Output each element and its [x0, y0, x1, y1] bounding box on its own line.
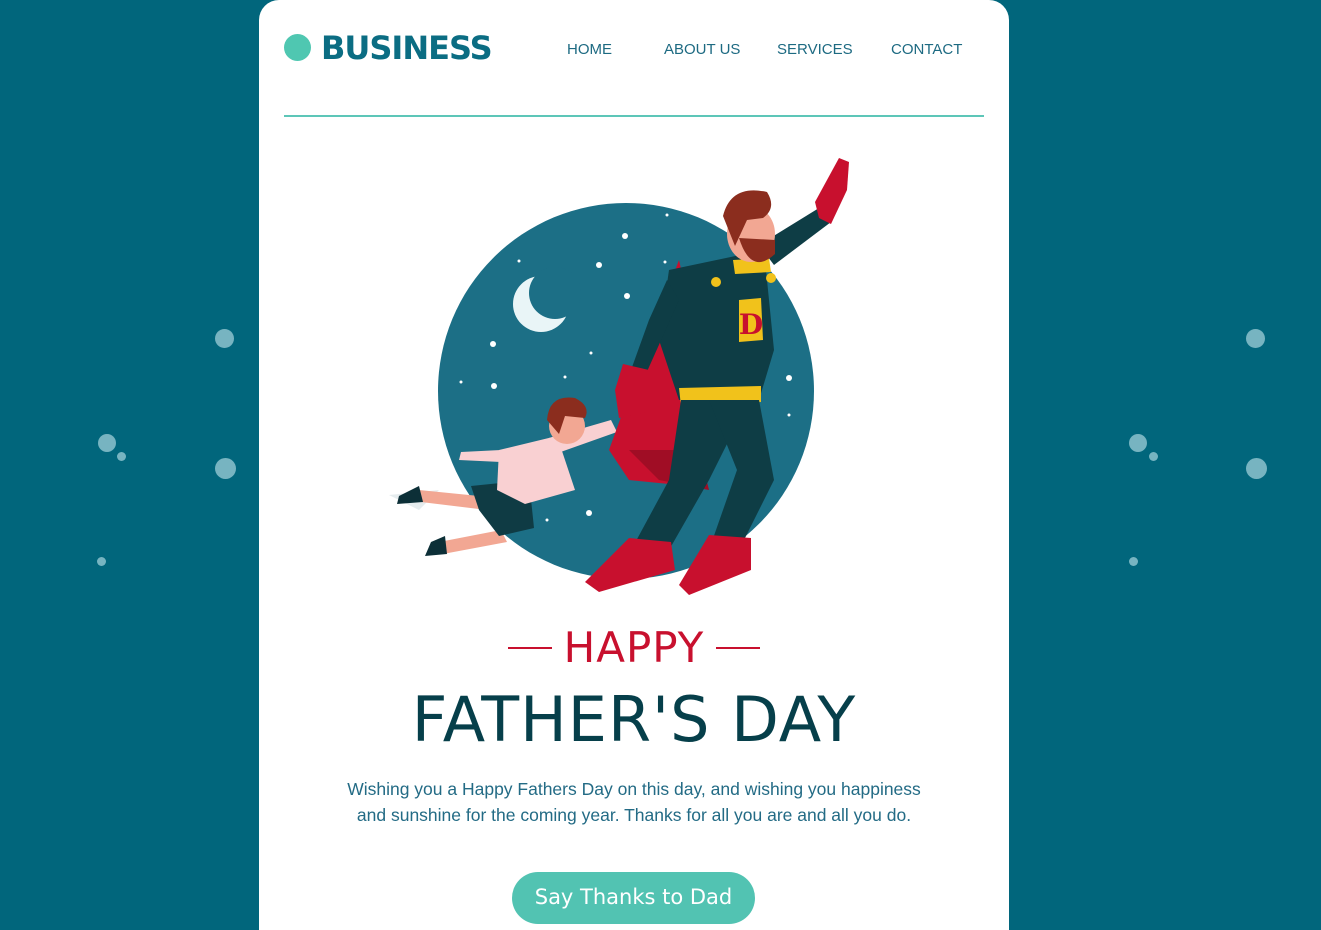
logo-text[interactable]: BUSINESS: [321, 28, 493, 68]
happy-heading: HAPPY: [259, 620, 1009, 676]
header-divider: [284, 115, 984, 117]
decorative-line-left: [507, 647, 552, 649]
background-bubble: [215, 329, 234, 348]
nav-home[interactable]: HOME: [567, 40, 612, 60]
header: BUSINESS HOME ABOUT US SERVICES CONTACT: [284, 0, 984, 117]
email-card: BUSINESS HOME ABOUT US SERVICES CONTACT: [259, 0, 1009, 930]
background-bubble: [215, 458, 236, 479]
happy-text: HAPPY: [563, 623, 705, 672]
background-bubble: [97, 557, 106, 566]
background-bubble: [1129, 557, 1138, 566]
logo-dot-icon: [284, 34, 311, 61]
page-title: FATHER'S DAY: [411, 683, 857, 756]
background-bubble: [117, 452, 126, 461]
background-bubble: [1149, 452, 1158, 461]
svg-text:D: D: [739, 308, 763, 341]
decorative-line-right: [716, 647, 761, 649]
nav-services[interactable]: SERVICES: [777, 40, 853, 60]
background-bubble: [1246, 458, 1267, 479]
nav-contact[interactable]: CONTACT: [891, 40, 962, 60]
nav-about-us[interactable]: ABOUT US: [664, 40, 740, 60]
greeting-message: Wishing you a Happy Fathers Day on this …: [347, 779, 921, 825]
say-thanks-button[interactable]: Say Thanks to Dad: [512, 872, 755, 924]
background-bubble: [98, 434, 116, 452]
background-bubble: [1129, 434, 1147, 452]
background-bubble: [1246, 329, 1265, 348]
hero-illustration: D: [389, 158, 849, 595]
